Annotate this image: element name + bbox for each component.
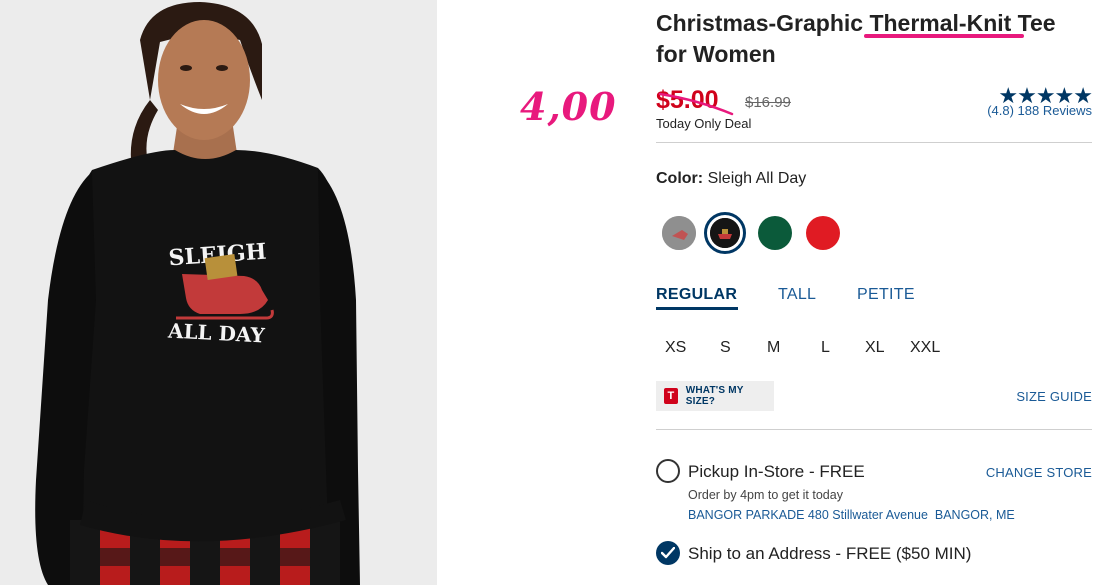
size-xs[interactable]: XS bbox=[665, 339, 686, 357]
change-store-link[interactable]: CHANGE STORE bbox=[986, 465, 1092, 480]
size-m[interactable]: M bbox=[767, 339, 780, 357]
original-price: $16.99 bbox=[745, 94, 791, 111]
swatch-graphic-icon bbox=[662, 216, 696, 250]
pickup-radio[interactable] bbox=[656, 459, 680, 483]
order-by-note: Order by 4pm to get it today bbox=[688, 488, 843, 502]
store-address-link[interactable]: BANGOR PARKADE 480 Stillwater Avenue BAN… bbox=[688, 508, 1015, 522]
pickup-label[interactable]: Pickup In-Store - FREE bbox=[688, 462, 865, 482]
whats-my-size-label: WHAT'S MY SIZE? bbox=[685, 385, 744, 407]
strikethrough-annotation bbox=[658, 92, 734, 116]
checkmark-icon bbox=[661, 547, 675, 559]
color-swatches bbox=[662, 212, 882, 256]
reviews-link[interactable]: (4.8) 188 Reviews bbox=[987, 103, 1092, 118]
tab-petite[interactable]: PETITE bbox=[857, 286, 915, 304]
product-details-panel: Christmas-Graphic Thermal-Knit Tee for W… bbox=[656, 0, 1093, 585]
size-l[interactable]: L bbox=[821, 339, 830, 357]
divider bbox=[656, 142, 1092, 143]
product-title: Christmas-Graphic Thermal-Knit Tee for W… bbox=[656, 10, 1056, 67]
ship-radio[interactable] bbox=[656, 541, 680, 565]
color-value: Sleigh All Day bbox=[707, 170, 807, 187]
true-fit-icon: T bbox=[664, 388, 678, 404]
size-xxl[interactable]: XXL bbox=[910, 339, 940, 357]
color-label: Color: bbox=[656, 170, 704, 187]
tab-tall[interactable]: TALL bbox=[778, 286, 816, 304]
swatch-heather-grey-graphic[interactable] bbox=[662, 216, 696, 250]
swatch-green[interactable] bbox=[758, 216, 792, 250]
active-tab-underline bbox=[656, 307, 738, 310]
divider bbox=[656, 429, 1092, 430]
size-xl[interactable]: XL bbox=[865, 339, 885, 357]
size-guide-link[interactable]: SIZE GUIDE bbox=[1016, 389, 1092, 404]
size-s[interactable]: S bbox=[720, 339, 731, 357]
swatch-sleigh-icon bbox=[710, 218, 740, 248]
price-section: $5.00 $16.99 Today Only Deal ★★★★★ (4.8)… bbox=[656, 83, 1093, 134]
tab-regular[interactable]: REGULAR bbox=[656, 286, 737, 304]
model-wearing-tee-image: SLEIGH ALL DAY bbox=[0, 0, 437, 585]
swatch-red[interactable] bbox=[806, 216, 840, 250]
product-photo[interactable]: SLEIGH ALL DAY bbox=[0, 0, 437, 585]
whats-my-size-button[interactable]: T WHAT'S MY SIZE? bbox=[656, 381, 774, 411]
color-label-row: Color: Sleigh All Day bbox=[656, 170, 806, 188]
swatch-selected-inner bbox=[710, 218, 740, 248]
deal-note: Today Only Deal bbox=[656, 116, 752, 131]
swatch-sleigh-all-day[interactable] bbox=[704, 212, 746, 254]
highlight-underline-annotation bbox=[864, 34, 1024, 38]
ship-label[interactable]: Ship to an Address - FREE ($50 MIN) bbox=[688, 544, 971, 564]
handwritten-price-annotation: 4,00 bbox=[520, 84, 617, 129]
